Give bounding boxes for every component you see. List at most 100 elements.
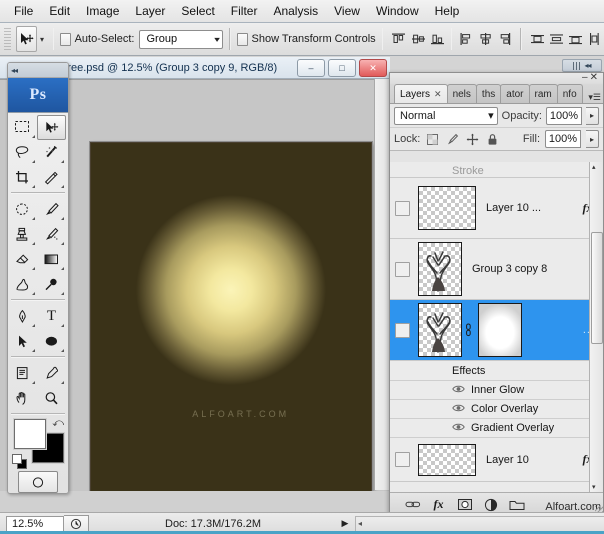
new-adjustment-layer-icon[interactable] [482,496,499,513]
options-bar-grip[interactable] [4,28,11,50]
align-left-edges-icon[interactable] [457,28,474,50]
blend-mode-dropdown[interactable]: Normal ▾ [394,107,498,125]
layer-visibility-toggle[interactable] [390,178,414,239]
clone-stamp-tool-icon[interactable] [8,222,37,247]
table-row[interactable]: ... [390,300,604,361]
scrollbar-thumb[interactable] [591,232,603,344]
zoom-level-input[interactable]: 12.5% [6,516,64,532]
distribute-left-edges-icon[interactable] [586,28,603,50]
panel-window-controls[interactable]: ‒✕ [582,72,600,83]
image-canvas[interactable]: ALFOART.COM [90,142,372,491]
ellipse-tool-icon[interactable] [37,329,66,354]
layer-thumbnail[interactable] [418,242,462,296]
path-selection-tool-icon[interactable] [8,329,37,354]
eraser-tool-icon[interactable] [8,247,37,272]
align-right-edges-icon[interactable] [496,28,513,50]
opacity-stepper[interactable]: ▸ [586,107,599,125]
layer-visibility-toggle[interactable] [390,300,414,361]
lock-image-pixels-icon[interactable] [445,132,460,147]
effect-row-inner-glow[interactable]: Inner Glow [390,381,604,400]
auto-select-checkbox[interactable] [60,33,70,46]
layer-row-partial[interactable]: Stroke [390,162,604,178]
menu-item-image[interactable]: Image [78,1,127,21]
distribute-top-edges-icon[interactable] [529,28,546,50]
close-icon[interactable]: ✕ [434,89,442,100]
slice-tool-icon[interactable] [37,165,66,190]
eye-icon[interactable] [452,384,465,397]
pen-tool-icon[interactable] [8,304,37,329]
menu-item-window[interactable]: Window [368,1,427,21]
lasso-tool-icon[interactable] [8,140,37,165]
align-horizontal-centers-icon[interactable] [477,28,494,50]
fill-stepper[interactable]: ▸ [586,130,599,148]
menu-item-layer[interactable]: Layer [127,1,173,21]
layer-thumbnail[interactable] [418,186,476,230]
minimize-button[interactable]: – [297,59,325,77]
align-top-edges-icon[interactable] [390,28,407,50]
lock-position-icon[interactable] [465,132,480,147]
magic-wand-tool-icon[interactable] [37,140,66,165]
opacity-input[interactable]: 100% [546,107,582,125]
eyedropper-tool-icon[interactable] [37,361,66,386]
status-expand-arrow-icon[interactable]: ▶ [337,518,353,529]
scroll-down-icon[interactable]: ▾ [592,483,596,491]
lock-transparent-pixels-icon[interactable] [425,132,440,147]
zoom-tool-icon[interactable] [37,386,66,411]
effect-row-gradient-overlay[interactable]: Gradient Overlay [390,419,604,438]
fill-input[interactable]: 100% [545,130,581,148]
align-vertical-centers-icon[interactable] [410,28,427,50]
gradient-tool-icon[interactable] [37,247,66,272]
panel-title-bar[interactable]: ‒✕ [390,73,603,84]
layers-panel-scrollbar[interactable]: ▴ ▾ [589,162,603,492]
quick-mask-icon[interactable] [18,471,58,493]
menu-item-analysis[interactable]: Analysis [265,1,326,21]
distribute-bottom-edges-icon[interactable] [567,28,584,50]
effect-row-color-overlay[interactable]: Color Overlay [390,400,604,419]
toolbox-collapse-bar[interactable]: ◂◂ [8,63,68,78]
layer-thumbnail[interactable] [418,303,462,357]
tab-histogram[interactable]: ram [529,84,558,103]
clock-icon[interactable] [64,515,89,533]
layer-visibility-toggle[interactable] [390,239,414,300]
horizontal-type-tool-icon[interactable]: T [37,304,66,329]
canvas-vertical-scrollbar[interactable] [374,79,390,490]
dodge-tool-icon[interactable] [37,272,66,297]
move-tool-icon[interactable] [16,26,38,52]
smudge-tool-icon[interactable] [8,272,37,297]
tab-channels[interactable]: nels [447,84,477,103]
eye-icon[interactable] [452,422,465,435]
swap-colors-icon[interactable]: ⤺ [52,417,64,430]
horizontal-scrollbar[interactable]: ◂ [355,516,604,532]
layer-thumbnail[interactable] [418,444,476,476]
eye-icon[interactable] [452,403,465,416]
add-layer-style-icon[interactable]: fx [430,496,447,513]
notes-tool-icon[interactable] [8,361,37,386]
menu-item-file[interactable]: File [6,1,41,21]
dock-collapse-button[interactable]: ◂◂ [562,59,602,72]
menu-item-view[interactable]: View [326,1,368,21]
panel-menu-icon[interactable]: ▾☰ [588,93,601,102]
crop-tool-icon[interactable] [8,165,37,190]
layer-list[interactable]: Stroke Layer 10 ... fx ▾ Group 3 copy 8 [390,162,604,493]
tool-preset-chevron-down-icon[interactable]: ▾ [37,35,46,44]
show-transform-controls-checkbox[interactable] [237,33,247,46]
link-layers-icon[interactable] [404,496,421,513]
distribute-vertical-centers-icon[interactable] [548,28,565,50]
scroll-left-icon[interactable]: ◂ [356,519,362,528]
foreground-color-swatch[interactable] [14,419,46,449]
layer-visibility-toggle[interactable] [390,438,414,482]
table-row[interactable]: Layer 10 fx ▾ [390,438,604,482]
add-layer-mask-icon[interactable] [456,496,473,513]
auto-select-scope-dropdown[interactable]: Group ▾ [139,30,223,49]
table-row[interactable]: Group 3 copy 8 [390,239,604,300]
spot-healing-brush-tool-icon[interactable] [8,197,37,222]
tab-info[interactable]: nfo [557,84,583,103]
tab-navigator[interactable]: ator [500,84,529,103]
maximize-button[interactable]: □ [328,59,356,77]
rectangular-marquee-tool-icon[interactable] [8,115,37,140]
close-button[interactable]: ✕ [359,59,387,77]
menu-item-help[interactable]: Help [427,1,468,21]
history-brush-tool-icon[interactable] [37,222,66,247]
lock-all-icon[interactable] [485,132,500,147]
default-colors-icon[interactable] [12,454,25,467]
